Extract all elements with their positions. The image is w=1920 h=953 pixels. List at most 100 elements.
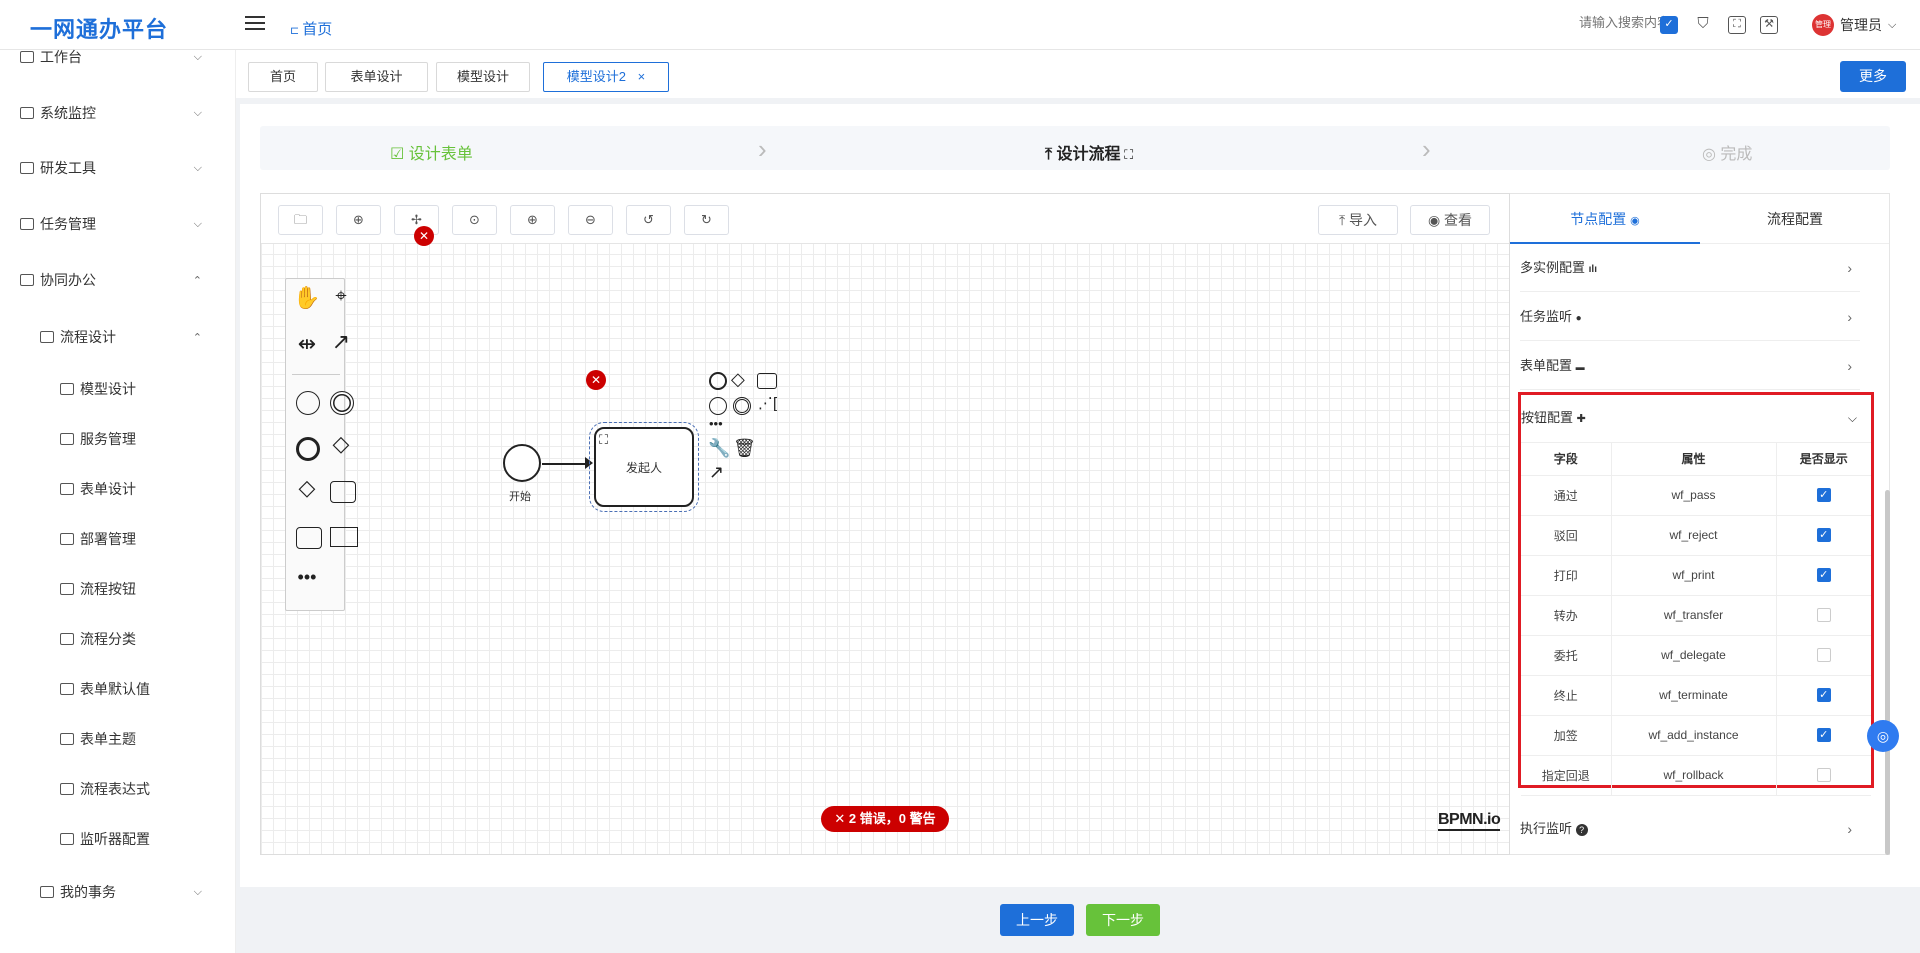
append-gateway-icon[interactable]: ◇: [731, 369, 745, 390]
wrench-icon[interactable]: 🔧: [708, 438, 730, 459]
end-event-icon[interactable]: [296, 437, 320, 461]
import-button[interactable]: ⤒ 导入: [1318, 205, 1398, 235]
sequence-flow[interactable]: [542, 463, 590, 465]
sidebar-item[interactable]: 表单默认值: [0, 669, 236, 709]
more-button[interactable]: 更多: [1840, 61, 1906, 92]
connect-arrow-icon[interactable]: ↗: [709, 462, 724, 483]
sidebar-item[interactable]: 协同办公 ⌃: [0, 260, 236, 300]
sidebar-item[interactable]: 服务管理: [0, 419, 236, 459]
undo-button[interactable]: ↺: [626, 205, 671, 235]
show-checkbox[interactable]: ✓: [1816, 488, 1831, 503]
sidebar-item[interactable]: 模型设计: [0, 369, 236, 409]
tab-home[interactable]: 首页: [248, 62, 318, 92]
append-end-event-icon[interactable]: [709, 372, 727, 390]
section-multi-instance[interactable]: 多实例配置 ılı ›: [1520, 244, 1860, 292]
properties-panel: 节点配置 ◉ 流程配置 多实例配置 ılı › 任务监听 ● › 表单配置 ▬ › 按…: [1510, 193, 1890, 855]
subprocess-icon[interactable]: [296, 527, 322, 549]
next-step-button[interactable]: 下一步: [1086, 904, 1160, 936]
more-icon[interactable]: •••: [709, 416, 723, 431]
sidebar-item[interactable]: 工作台 ⌵: [0, 37, 236, 77]
sidebar-item[interactable]: 流程设计 ⌃: [0, 317, 236, 357]
intermediate-event-icon[interactable]: [330, 391, 354, 415]
tab-model-design-2[interactable]: 模型设计2 ×: [543, 62, 669, 92]
floating-action-icon[interactable]: ◎: [1867, 720, 1899, 752]
bpmn-canvas[interactable]: 🗀 ⊕ ✢ ⊙ ⊕ ⊖ ↺ ↻ ⤒ 导入 ◉ 查看 ✋ ⌖ ⇹ ↗ ◇ ◇ ••…: [260, 193, 1510, 855]
more-tools-icon[interactable]: •••: [292, 567, 322, 588]
step-design-flow[interactable]: ⤒ 设计流程 ⛶: [1045, 140, 1133, 164]
annotation-icon[interactable]: ⋰[: [758, 394, 777, 412]
show-cell: ✓: [1776, 555, 1871, 596]
locate-button[interactable]: ⊙: [452, 205, 497, 235]
sidebar-item[interactable]: 表单设计: [0, 469, 236, 509]
trash-icon[interactable]: 🗑: [733, 438, 756, 459]
close-icon[interactable]: ×: [638, 69, 646, 84]
exclusive-gateway-icon[interactable]: ◇: [326, 431, 356, 457]
error-marker-icon[interactable]: ✕: [586, 370, 606, 390]
user-menu[interactable]: 管理 管理员 ⌵: [1812, 14, 1896, 36]
flow-icon: [60, 633, 74, 645]
section-form-config[interactable]: 表单配置 ▬ ›: [1520, 342, 1860, 390]
space-tool-icon[interactable]: ⇹: [292, 331, 322, 357]
append-task-icon[interactable]: [757, 373, 777, 389]
pool-icon[interactable]: [330, 527, 358, 547]
step-finish[interactable]: ◎ 完成: [1702, 140, 1752, 164]
append-event-icon[interactable]: [733, 397, 751, 415]
tab-flow-config[interactable]: 流程配置: [1700, 194, 1889, 244]
error-marker-icon[interactable]: ✕: [414, 226, 434, 246]
show-checkbox[interactable]: ✓: [1816, 688, 1831, 703]
section-execution-listener[interactable]: 执行监听 ? ›: [1520, 805, 1860, 853]
redo-button[interactable]: ↻: [684, 205, 729, 235]
code-icon: [20, 162, 34, 174]
show-checkbox[interactable]: [1816, 768, 1831, 783]
chevron-right-icon: ›: [758, 134, 767, 164]
start-event[interactable]: [503, 444, 541, 482]
sidebar-item[interactable]: 流程按钮: [0, 569, 236, 609]
search-input[interactable]: [1380, 15, 1670, 30]
add-button[interactable]: ⊕: [336, 205, 381, 235]
sidebar-item[interactable]: 表单主题: [0, 719, 236, 759]
checkbox-icon[interactable]: ✓: [1660, 16, 1678, 34]
user-task[interactable]: ⛶ 发起人: [589, 422, 699, 512]
append-intermediate-icon[interactable]: [709, 397, 727, 415]
show-checkbox[interactable]: ✓: [1816, 568, 1831, 583]
error-summary-badge[interactable]: ✕ 2 错误，0 警告: [821, 806, 949, 832]
sidebar-item[interactable]: 部署管理: [0, 519, 236, 559]
sidebar-item[interactable]: 研发工具 ⌵: [0, 148, 236, 188]
sidebar-item[interactable]: 流程分类: [0, 619, 236, 659]
sidebar-item[interactable]: 任务管理 ⌵: [0, 204, 236, 244]
panel-scrollbar[interactable]: [1885, 490, 1890, 855]
open-file-button[interactable]: 🗀: [278, 205, 323, 235]
section-button-config-header[interactable]: 按钮配置 ✚ ⌵: [1521, 395, 1871, 443]
tab-model-design[interactable]: 模型设计: [436, 62, 530, 92]
sidebar-item[interactable]: 监听器配置: [0, 819, 236, 859]
tab-form-design[interactable]: 表单设计: [325, 62, 428, 92]
shirt-icon[interactable]: ⛉: [1694, 16, 1712, 34]
show-checkbox[interactable]: [1816, 648, 1831, 663]
tab-node-config[interactable]: 节点配置 ◉: [1510, 194, 1700, 244]
lasso-tool-icon[interactable]: ⌖: [326, 285, 356, 308]
sidebar-item[interactable]: 流程表达式: [0, 769, 236, 809]
hand-tool-icon[interactable]: ✋: [292, 285, 322, 311]
sidebar-item[interactable]: 我的事务 ⌵: [0, 872, 236, 912]
bpmn-io-watermark[interactable]: BPMN.io: [1438, 811, 1501, 831]
fullscreen-icon[interactable]: ⛶: [1728, 16, 1746, 34]
tool-icon[interactable]: ⚒: [1760, 16, 1778, 34]
breadcrumb[interactable]: ⊏ 首页: [290, 18, 332, 39]
view-button[interactable]: ◉ 查看: [1410, 205, 1490, 235]
show-checkbox[interactable]: ✓: [1816, 728, 1831, 743]
sidebar-item[interactable]: 系统监控 ⌵: [0, 93, 236, 133]
zoom-out-button[interactable]: ⊖: [568, 205, 613, 235]
show-checkbox[interactable]: ✓: [1816, 528, 1831, 543]
prop-cell: wf_reject: [1611, 515, 1777, 556]
prev-step-button[interactable]: 上一步: [1000, 904, 1074, 936]
zoom-in-button[interactable]: ⊕: [510, 205, 555, 235]
parallel-gateway-icon[interactable]: ◇: [292, 475, 322, 501]
menu-toggle-icon[interactable]: [245, 16, 265, 32]
connect-tool-icon[interactable]: ↗: [326, 329, 356, 355]
step-design-form[interactable]: ☑ 设计表单: [390, 140, 473, 164]
start-event-icon[interactable]: [296, 391, 320, 415]
section-task-listener[interactable]: 任务监听 ● ›: [1520, 293, 1860, 341]
show-checkbox[interactable]: [1816, 608, 1831, 623]
task-icon[interactable]: [330, 481, 356, 503]
breadcrumb-home[interactable]: 首页: [302, 21, 332, 38]
